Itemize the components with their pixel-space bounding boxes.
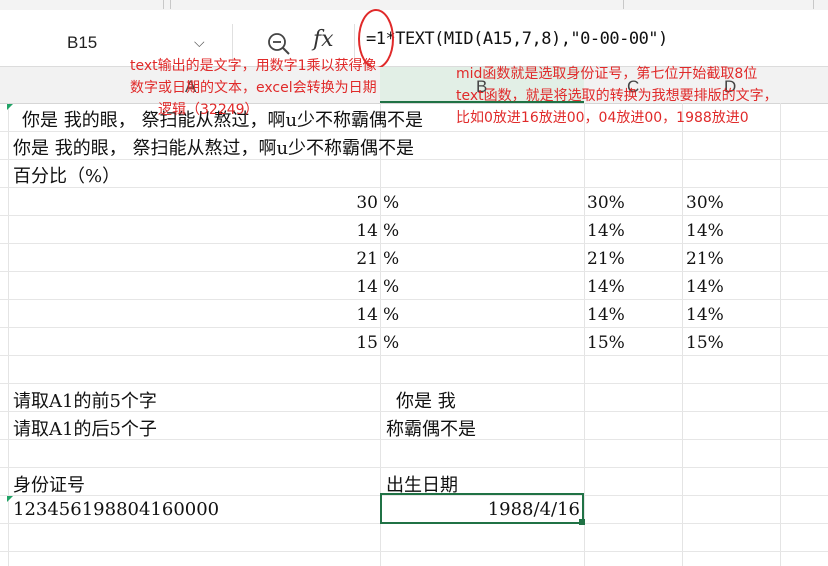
cell-d-percent[interactable]: 14% — [686, 305, 724, 325]
cell-b-percent[interactable]: % — [383, 305, 399, 325]
cell-a2[interactable]: 你是 我的眼， 祭扫能从熬过，啊u少不称霸偶不是 — [13, 134, 414, 160]
row-line — [0, 271, 828, 272]
cell-d-percent[interactable]: 30% — [686, 193, 724, 213]
cell-b12[interactable]: 你是 我 — [396, 387, 456, 413]
annotation-left-line-1: text输出的是文字，用数字1乘以获得像 — [130, 58, 377, 74]
cell-c-percent[interactable]: 21% — [587, 249, 625, 269]
row-line — [0, 383, 828, 384]
cell-b13[interactable]: 称霸偶不是 — [386, 415, 476, 441]
cell-b-percent[interactable]: % — [383, 333, 399, 353]
row-line — [0, 215, 828, 216]
cell-b-percent[interactable]: % — [383, 249, 399, 269]
cell-d-percent[interactable]: 14% — [686, 221, 724, 241]
ribbon-strip — [0, 0, 828, 10]
annotation-left-line-2: 数字或日期的文本，excel会转换为日期 — [130, 80, 377, 96]
column-border — [584, 103, 585, 566]
cell-c-percent[interactable]: 14% — [587, 305, 625, 325]
selected-cell-border[interactable] — [380, 493, 584, 524]
annotation-right-line-2: text函数，就是将选取的转换为我想要排版的文字， — [456, 88, 778, 104]
cell-a3[interactable]: 百分比（%） — [13, 162, 120, 188]
formula-input[interactable]: =1*TEXT(MID(A15,7,8),"0-00-00") — [366, 29, 668, 49]
cell-indicator — [7, 104, 13, 110]
cell-a-percent[interactable]: 14 — [340, 277, 378, 297]
chevron-down-icon[interactable]: ⌵ — [194, 34, 205, 51]
cell-a12[interactable]: 请取A1的前5个字 — [13, 387, 157, 413]
cell-a-percent[interactable]: 21 — [340, 249, 378, 269]
cell-a-percent[interactable]: 30 — [340, 193, 378, 213]
row-line — [0, 355, 828, 356]
row-line — [0, 551, 828, 552]
fx-icon[interactable]: fx — [313, 27, 334, 52]
cell-a-percent[interactable]: 14 — [340, 305, 378, 325]
annotation-left-line-3: 逻辑（32249） — [158, 102, 259, 118]
name-box-value: B15 — [67, 33, 98, 52]
cell-b-percent[interactable]: % — [383, 277, 399, 297]
annotation-right-line-1: mid函数就是选取身份证号，第七位开始截取8位 — [456, 66, 758, 82]
cell-c-percent[interactable]: 14% — [587, 221, 625, 241]
cell-b-percent[interactable]: % — [383, 221, 399, 241]
cell-a13[interactable]: 请取A1的后5个子 — [13, 415, 157, 441]
cell-a-percent[interactable]: 15 — [340, 333, 378, 353]
row-line — [0, 467, 828, 468]
ribbon-divider — [170, 0, 171, 9]
row-line — [0, 243, 828, 244]
cell-c-percent[interactable]: 30% — [587, 193, 625, 213]
row-line — [0, 299, 828, 300]
row-line — [0, 327, 828, 328]
cell-c-percent[interactable]: 14% — [587, 277, 625, 297]
annotation-right-line-3: 比如0放进16放进00，04放进00，1988放进0 — [456, 110, 749, 126]
ribbon-divider — [813, 0, 814, 9]
column-border — [682, 103, 683, 566]
zoom-out-icon[interactable] — [265, 30, 293, 58]
cell-c-percent[interactable]: 15% — [587, 333, 625, 353]
row-line — [0, 187, 828, 188]
fill-handle[interactable] — [579, 519, 585, 525]
ribbon-divider — [623, 0, 624, 9]
cell-d-percent[interactable]: 15% — [686, 333, 724, 353]
cell-d-percent[interactable]: 14% — [686, 277, 724, 297]
cell-d-percent[interactable]: 21% — [686, 249, 724, 269]
cell-a14[interactable]: 身份证号 — [13, 471, 85, 497]
ribbon-divider — [163, 0, 164, 9]
cell-a-percent[interactable]: 14 — [340, 221, 378, 241]
cell-b-percent[interactable]: % — [383, 193, 399, 213]
cell-a15[interactable]: 123456198804160000 — [13, 499, 219, 520]
column-border — [780, 103, 781, 566]
